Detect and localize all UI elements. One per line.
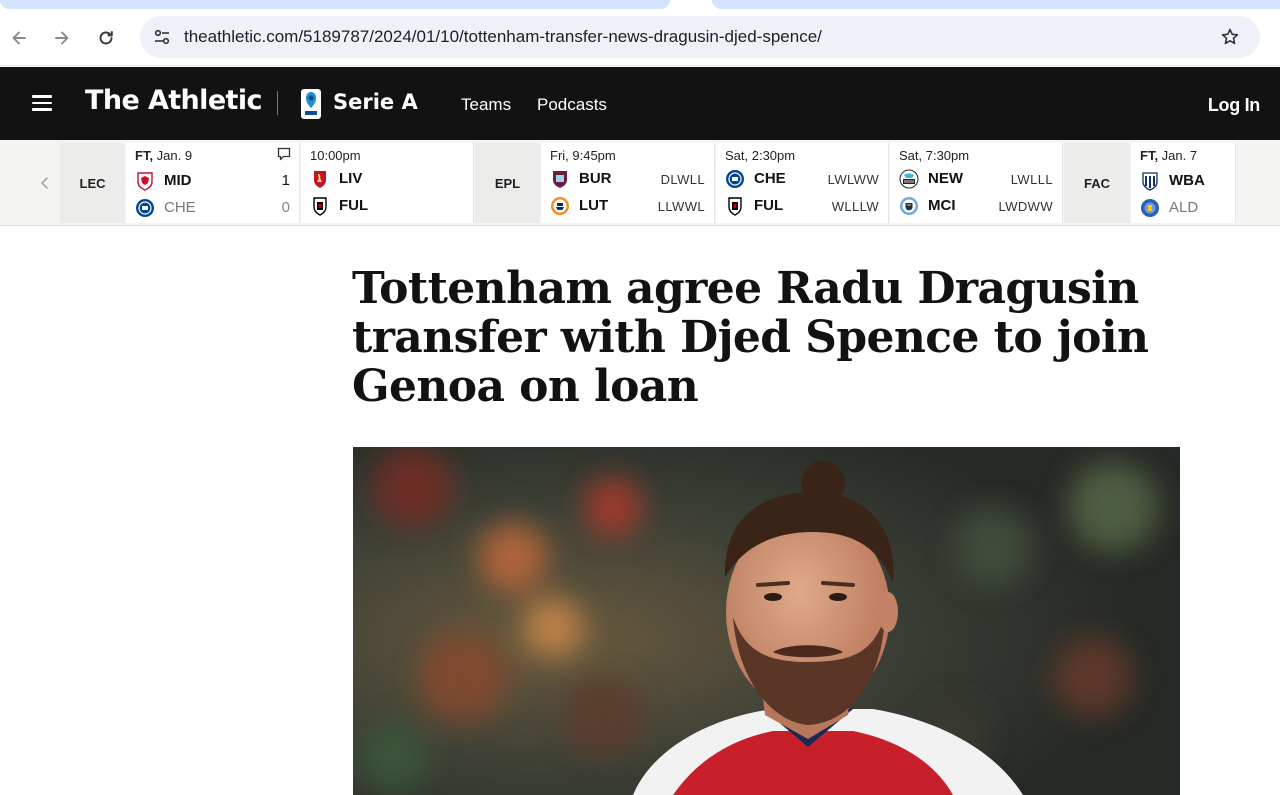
- liverpool-crest-icon: [314, 171, 326, 188]
- chelsea-crest-icon: [136, 199, 154, 217]
- team-row: FUL: [310, 194, 464, 218]
- team-abbr: WBA: [1169, 172, 1205, 189]
- game-card[interactable]: Sat, 7:30pm NEW LWLLL MCI LWDWW: [890, 143, 1063, 223]
- game-card[interactable]: Sat, 2:30pm CHE LWLWW FUL WLLLW: [716, 143, 889, 223]
- scores-prev-button[interactable]: [30, 140, 60, 226]
- browser-toolbar: theathletic.com/5189787/2024/01/10/totte…: [0, 10, 1280, 66]
- browser-tab[interactable]: [712, 0, 1280, 9]
- team-form: WLLLW: [831, 199, 879, 214]
- fulham-crest-icon: [728, 197, 742, 216]
- nav-teams[interactable]: Teams: [461, 95, 511, 115]
- team-abbr: ALD: [1169, 199, 1199, 216]
- team-row: MCI LWDWW: [899, 194, 1053, 218]
- team-abbr: CHE: [164, 199, 196, 216]
- team-abbr: CHE: [754, 170, 786, 187]
- newcastle-crest-icon: [899, 169, 919, 189]
- game-card[interactable]: Fri, 9:45pm BUR DLWLL LUT LLWWL: [541, 143, 715, 223]
- team-row: BUR DLWLL: [550, 167, 705, 191]
- league-label-fac[interactable]: FAC: [1064, 143, 1130, 223]
- middlesbrough-crest-icon: [137, 172, 153, 191]
- star-icon[interactable]: [1218, 25, 1242, 49]
- game-card[interactable]: FT, Jan. 9 MID 1 CHE 0: [126, 143, 300, 223]
- tune-icon[interactable]: [150, 25, 174, 49]
- game-time: FT, Jan. 9: [135, 148, 193, 163]
- arrow-left-icon: [12, 31, 26, 45]
- team-abbr: NEW: [928, 170, 963, 187]
- serie-a-badge-icon: [301, 89, 321, 119]
- nav-podcasts[interactable]: Podcasts: [537, 95, 607, 115]
- team-abbr: LUT: [579, 197, 609, 214]
- team-form: LWLLL: [1010, 172, 1053, 187]
- team-score: 0: [281, 199, 290, 216]
- player-photo: [353, 447, 1180, 795]
- address-bar[interactable]: theathletic.com/5189787/2024/01/10/totte…: [140, 16, 1260, 58]
- west-brom-crest-icon: [1142, 172, 1158, 191]
- reload-icon: [99, 31, 113, 45]
- game-card[interactable]: FT, Jan. 7 WBA ALD: [1131, 143, 1236, 223]
- team-abbr: FUL: [754, 197, 784, 214]
- team-row: CHE LWLWW: [725, 167, 879, 191]
- game-time: FT, Jan. 7: [1140, 148, 1198, 163]
- game-time: Sat, 2:30pm: [725, 148, 796, 163]
- article-hero-image: [353, 447, 1180, 795]
- fulham-crest-icon: [313, 197, 327, 216]
- team-score: 1: [281, 172, 290, 189]
- login-button[interactable]: Log In: [1208, 95, 1260, 116]
- team-abbr: MCI: [928, 197, 956, 214]
- game-time: 10:00pm: [310, 148, 361, 163]
- team-row: FUL WLLLW: [725, 194, 879, 218]
- site-header: The Athletic Serie A Teams Podcasts Log …: [0, 67, 1280, 140]
- comment-icon[interactable]: [277, 147, 291, 161]
- game-time: Fri, 9:45pm: [550, 148, 616, 163]
- browser-tab-strip: [0, 0, 1280, 10]
- arrow-right-icon: [55, 31, 69, 45]
- header-divider: [277, 91, 278, 115]
- man-city-crest-icon: [900, 197, 918, 215]
- chelsea-crest-icon: [726, 170, 744, 188]
- back-button[interactable]: [5, 24, 33, 52]
- team-abbr: LIV: [339, 170, 363, 187]
- forward-button[interactable]: [48, 24, 76, 52]
- burnley-crest-icon: [553, 171, 567, 188]
- site-logo[interactable]: The Athletic: [85, 85, 263, 116]
- team-form: LLWWL: [657, 199, 705, 214]
- team-abbr: MID: [164, 172, 192, 189]
- luton-crest-icon: [551, 197, 569, 215]
- team-abbr: BUR: [579, 170, 612, 187]
- browser-tab[interactable]: [0, 0, 670, 9]
- game-card[interactable]: 10:00pm LIV FUL: [301, 143, 474, 223]
- team-row: ALD: [1140, 196, 1226, 220]
- team-row: NEW LWLLL: [899, 167, 1053, 191]
- team-form: DLWLL: [660, 172, 705, 187]
- team-row: LIV: [310, 167, 464, 191]
- game-time: Sat, 7:30pm: [899, 148, 970, 163]
- reload-button[interactable]: [92, 24, 120, 52]
- team-form: LWDWW: [998, 199, 1053, 214]
- league-label-epl[interactable]: EPL: [475, 143, 540, 223]
- aldershot-crest-icon: [1141, 199, 1159, 217]
- team-row: LUT LLWWL: [550, 194, 705, 218]
- chevron-left-icon: [40, 177, 48, 189]
- url-text[interactable]: theathletic.com/5189787/2024/01/10/totte…: [184, 27, 822, 47]
- team-abbr: FUL: [339, 197, 369, 214]
- team-row: WBA: [1140, 169, 1226, 193]
- team-form: LWLWW: [827, 172, 879, 187]
- team-row: CHE 0: [135, 196, 290, 220]
- league-title[interactable]: Serie A: [333, 90, 418, 114]
- scores-strip: LEC FT, Jan. 9 MID 1 CHE 0 10:00pm LIV F…: [0, 140, 1280, 226]
- league-label-lec[interactable]: LEC: [60, 143, 125, 223]
- article-headline: Tottenham agree Radu Dragusin transfer w…: [352, 263, 1149, 412]
- team-row: MID 1: [135, 169, 290, 193]
- menu-icon[interactable]: [32, 95, 52, 111]
